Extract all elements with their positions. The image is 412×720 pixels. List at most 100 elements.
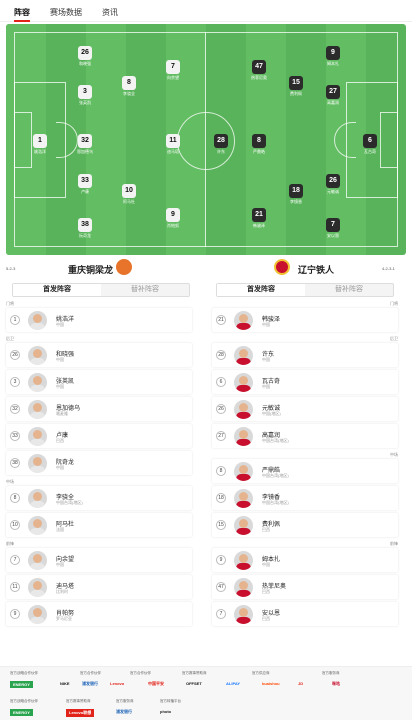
player-row[interactable]: 9 姆本扎 中国 — [212, 548, 398, 572]
home-pitch-player[interactable]: 38 阮奇龙 — [68, 218, 102, 239]
jersey-number: 32 — [10, 404, 20, 414]
home-pitch-player[interactable]: 11 迪马塔 — [156, 134, 190, 155]
sponsor-logo[interactable]: Lenovo — [110, 681, 124, 686]
player-row[interactable]: 27 高嘉润 中国台湾(地区) — [212, 424, 398, 448]
jersey-number: 10 — [10, 520, 20, 530]
player-row[interactable]: 26 元敏诚 中国(地区) — [212, 397, 398, 421]
away-pitch-player[interactable]: 27 高嘉润 — [316, 85, 350, 106]
tab-lineup[interactable]: 阵容 — [14, 0, 30, 22]
jersey-number: 11 — [10, 582, 20, 592]
player-avatar — [234, 516, 253, 535]
player-nationality: 中国 — [56, 384, 64, 389]
player-row[interactable]: 8 李骁全 中国台湾(地区) — [6, 486, 192, 510]
sponsor-logo[interactable]: OFFSET — [186, 681, 202, 686]
player-row[interactable]: 38 阮奇龙 中国 — [6, 451, 192, 475]
player-row[interactable]: 15 费利佩 巴西 — [212, 513, 398, 537]
sponsor-logo[interactable]: 咪咕 — [332, 681, 340, 687]
section-heading: 后卫 — [6, 336, 14, 341]
jersey-number: 15 — [289, 76, 303, 90]
player-avatar — [234, 427, 253, 446]
player-row[interactable]: 7 安以恩 巴西 — [212, 602, 398, 626]
home-pitch-player[interactable]: 8 李骁全 — [112, 76, 146, 97]
section-heading: 前锋 — [6, 541, 14, 546]
away-pitch-player[interactable]: 7 安以恩 — [316, 218, 350, 239]
home-pitch-player[interactable]: 32 恩加德乌 — [68, 134, 102, 155]
pitch: 26 和晓强 3 张英凯 1 姚浩洋 32 恩加德乌 33 卢康 38 阮奇龙 8 李骁全 10 阿马杜 7 向余… — [6, 24, 406, 255]
player-row[interactable]: 33 卢康 巴西 — [6, 424, 192, 448]
player-row[interactable]: 28 许东 中国 — [212, 343, 398, 367]
tab-news[interactable]: 资讯 — [102, 0, 118, 22]
player-name: 李骁全 — [123, 91, 135, 96]
player-row[interactable]: 47 热菲尼奥 巴西 — [212, 575, 398, 599]
away-pitch-player[interactable]: 47 热菲尼奥 — [242, 60, 276, 81]
sponsor-logo[interactable]: ENERGY — [10, 681, 33, 688]
away-pitch-player[interactable]: 21 韩骏泽 — [242, 208, 276, 229]
section-heading: 后卫 — [390, 336, 398, 341]
home-pitch-player[interactable]: 1 姚浩洋 — [23, 134, 57, 155]
player-row[interactable]: 32 恩加德乌 喀麦隆 — [6, 397, 192, 421]
home-pitch-player[interactable]: 3 张英凯 — [68, 85, 102, 106]
away-bench-tab[interactable]: 替补阵容 — [305, 284, 393, 296]
player-nationality: 中国 — [262, 322, 270, 327]
player-row[interactable]: 10 阿马杜 法国 — [6, 513, 192, 537]
jersey-number: 38 — [10, 458, 20, 468]
player-row[interactable]: 1 姚浩洋 中国 — [6, 308, 192, 332]
player-nationality: 罗马尼亚 — [56, 616, 72, 621]
sponsor-title: 官方赛事赞助商 — [66, 699, 91, 703]
sponsor-logo[interactable]: 浦发银行 — [82, 681, 98, 687]
player-row[interactable]: 11 迪马塔 比利时 — [6, 575, 192, 599]
player-name: 张英凯 — [79, 100, 91, 105]
away-pitch-player[interactable]: 28 许东 — [204, 134, 238, 155]
player-row[interactable]: 18 李镜香 中国台湾(地区) — [212, 486, 398, 510]
sponsor-logo[interactable]: photo — [160, 709, 171, 714]
section-heading: 门将 — [390, 301, 398, 306]
home-pitch-player[interactable]: 9 肖帕努 — [156, 208, 190, 229]
player-nationality: 法国 — [56, 527, 64, 532]
jersey-number: 27 — [326, 85, 340, 99]
tab-match-stats[interactable]: 赛场数据 — [50, 0, 82, 22]
home-bench-tab[interactable]: 替补阵容 — [101, 284, 189, 296]
sponsor-logo[interactable]: 浦发银行 — [116, 709, 132, 715]
player-nationality: 中国 — [262, 357, 270, 362]
player-nationality: 喀麦隆 — [56, 411, 68, 416]
player-row[interactable]: 21 韩骏泽 中国 — [212, 308, 398, 332]
player-nationality: 中国台湾(地区) — [56, 500, 83, 505]
sponsor-logo[interactable]: JD — [298, 681, 303, 686]
player-row[interactable]: 9 肖帕努 罗马尼亚 — [6, 602, 192, 626]
player-row[interactable]: 26 和晓强 中国 — [6, 343, 192, 367]
jersey-number: 9 — [216, 555, 226, 565]
player-row[interactable]: 6 瓦古奇 中国 — [212, 370, 398, 394]
player-name: 瓦古奇 — [364, 149, 376, 154]
home-pitch-player[interactable]: 10 阿马杜 — [112, 184, 146, 205]
away-team-name: 辽宁铁人 — [298, 265, 335, 275]
player-avatar — [234, 551, 253, 570]
away-starting-tab[interactable]: 首发阵容 — [217, 284, 305, 296]
away-pitch-player[interactable]: 18 李镜香 — [279, 184, 313, 205]
home-pitch-player[interactable]: 33 卢康 — [68, 174, 102, 195]
away-pitch-player[interactable]: 26 元敏诚 — [316, 174, 350, 195]
home-pitch-player[interactable]: 7 向余望 — [156, 60, 190, 81]
section-heading: 门将 — [6, 301, 14, 306]
away-pitch-player[interactable]: 9 姆本扎 — [316, 46, 350, 67]
away-pitch-player[interactable]: 15 费利佩 — [279, 76, 313, 97]
player-row[interactable]: 7 向余望 中国 — [6, 548, 192, 572]
sponsor-logo[interactable]: kuaishou — [262, 681, 280, 686]
sponsor-logo[interactable]: ALIPAY — [226, 681, 240, 686]
player-row[interactable]: 8 严鼎皓 中国台湾(地区) — [212, 459, 398, 483]
away-pitch-player[interactable]: 6 瓦古奇 — [353, 134, 387, 155]
away-pitch-player[interactable]: 8 严鼎皓 — [242, 134, 276, 155]
away-team-badge — [274, 259, 290, 275]
jersey-number: 33 — [10, 431, 20, 441]
player-row[interactable]: 3 张英凯 中国 — [6, 370, 192, 394]
home-formation: 5-2-3 — [6, 266, 16, 271]
player-avatar — [28, 516, 47, 535]
player-name: 卢康 — [81, 189, 89, 194]
home-pitch-player[interactable]: 26 和晓强 — [68, 46, 102, 67]
home-starting-tab[interactable]: 首发阵容 — [13, 284, 101, 296]
sponsor-title: 官方服务商 — [322, 671, 340, 675]
sponsor-logo[interactable]: 中国平安 — [148, 681, 164, 687]
sponsor-logo[interactable]: Lenovo联想 — [66, 709, 95, 717]
sponsor-logo[interactable]: NIKE — [60, 681, 70, 686]
sponsor-logo[interactable]: ENERGY — [10, 709, 33, 716]
jersey-number: 1 — [10, 315, 20, 325]
